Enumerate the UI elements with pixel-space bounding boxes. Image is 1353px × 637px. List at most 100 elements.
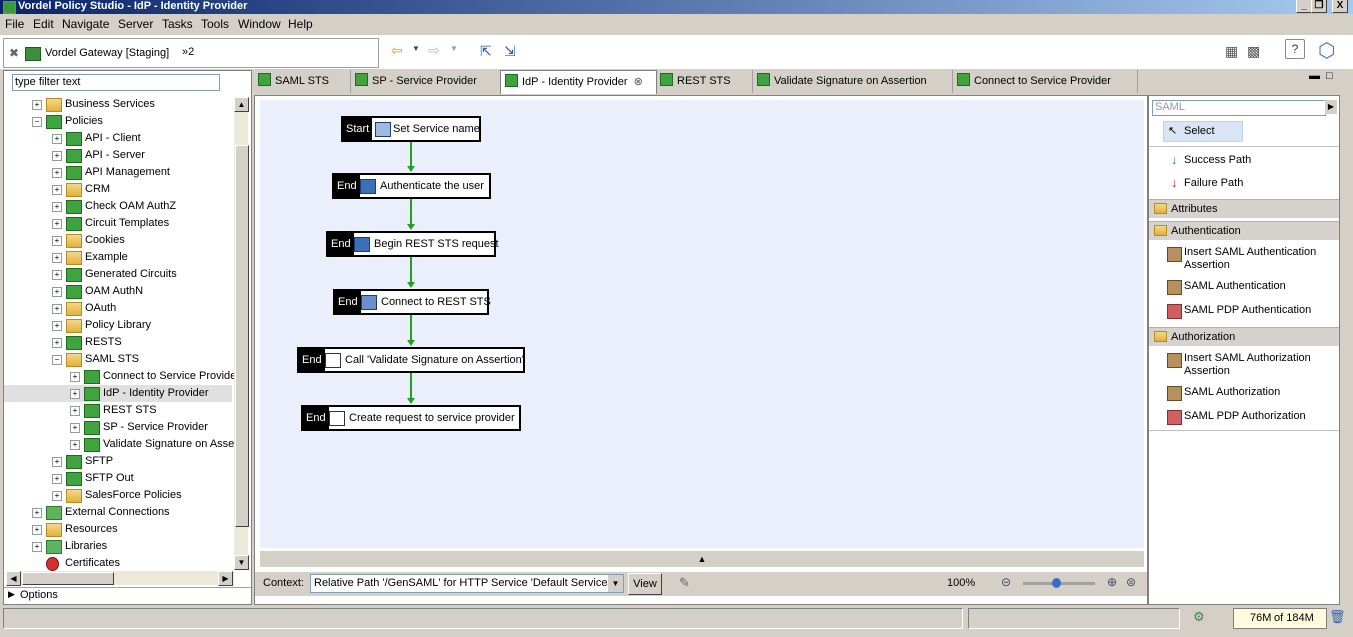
tree-item[interactable]: + Business Services: [4, 96, 232, 113]
tree-item[interactable]: + Connect to Service Provide: [4, 368, 236, 385]
expand-icon[interactable]: +: [52, 253, 62, 263]
zoom-in-icon[interactable]: ⊕: [1107, 575, 1117, 589]
tree-filter-input[interactable]: type filter text: [12, 74, 220, 91]
options-section[interactable]: ▶ Options: [4, 587, 251, 604]
palette-group-authentication[interactable]: Authentication: [1149, 221, 1339, 240]
scroll-down-button[interactable]: ▼: [234, 555, 249, 570]
heap-status[interactable]: 76M of 184M: [1233, 608, 1327, 629]
expand-icon[interactable]: +: [52, 134, 62, 144]
minimize-button[interactable]: _: [1296, 0, 1312, 13]
expand-icon[interactable]: +: [52, 185, 62, 195]
context-select[interactable]: Relative Path '/GenSAML' for HTTP Servic…: [310, 574, 624, 593]
download-icon[interactable]: ⇲: [504, 43, 516, 60]
expand-icon[interactable]: +: [52, 457, 62, 467]
tree-item[interactable]: + REST STS: [4, 402, 232, 419]
expand-icon[interactable]: +: [52, 202, 62, 212]
tree-item[interactable]: + OAuth: [4, 300, 232, 317]
expand-icon[interactable]: +: [52, 219, 62, 229]
tree-item[interactable]: − SAML STS: [4, 351, 232, 368]
upload-icon[interactable]: ⇱: [480, 43, 492, 60]
palette-search-input[interactable]: SAML: [1152, 100, 1326, 116]
expand-icon[interactable]: +: [52, 151, 62, 161]
tree-item[interactable]: + Circuit Templates: [4, 215, 232, 232]
server-status-icon[interactable]: ⚙: [1193, 609, 1205, 625]
tree-item[interactable]: + Resources: [4, 521, 232, 538]
expand-icon[interactable]: +: [70, 406, 80, 416]
tree-item[interactable]: + SP - Service Provider: [4, 419, 232, 436]
collapse-icon[interactable]: −: [32, 117, 42, 127]
expand-icon[interactable]: +: [32, 508, 42, 518]
policy-node-connect-rest-sts[interactable]: End Connect to REST STS: [333, 289, 491, 315]
garbage-collect-icon[interactable]: 🗑: [1329, 609, 1346, 625]
tab-saml-sts[interactable]: SAML STS: [254, 70, 351, 93]
tree-item[interactable]: + External Connections: [4, 504, 232, 521]
tree-item[interactable]: + Cookies: [4, 232, 232, 249]
scroll-thumb[interactable]: [235, 145, 249, 527]
tab-sp-service-provider[interactable]: SP - Service Provider: [351, 70, 501, 93]
gateway-connection-box[interactable]: ✖ Vordel Gateway [Staging] »2: [3, 38, 379, 68]
palette-menu-arrow-icon[interactable]: ▶: [1325, 100, 1337, 114]
menu-edit[interactable]: Edit: [33, 17, 54, 31]
policy-node-call-validate-signature[interactable]: End Call 'Validate Signature on Assertio…: [297, 347, 525, 373]
zoom-out-icon[interactable]: ⊝: [1001, 575, 1011, 589]
tree-item[interactable]: + CRM: [4, 181, 232, 198]
menu-window[interactable]: Window: [238, 17, 281, 31]
close-tab-icon[interactable]: ⊗: [634, 76, 643, 88]
deploy-icon[interactable]: ▦: [1225, 43, 1238, 60]
expand-icon[interactable]: +: [32, 100, 42, 110]
tree-item[interactable]: + OAM AuthN: [4, 283, 232, 300]
tree-item[interactable]: + SFTP: [4, 453, 232, 470]
help-icon[interactable]: ?: [1285, 39, 1305, 59]
minimize-view-icon[interactable]: ▬: [1309, 70, 1320, 82]
tree-item[interactable]: + Example: [4, 249, 232, 266]
tree-item[interactable]: − Policies: [4, 113, 232, 130]
zoom-slider[interactable]: [1023, 578, 1095, 588]
tree-item[interactable]: + Policy Library: [4, 317, 232, 334]
tree-item[interactable]: + RESTS: [4, 334, 232, 351]
policy-node-create-request[interactable]: End Create request to service provider: [301, 405, 521, 431]
tree-vertical-scrollbar[interactable]: ▲ ▼: [234, 97, 249, 570]
palette-item-saml-authentication[interactable]: SAML Authentication: [1149, 278, 1339, 296]
policy-canvas[interactable]: Start Set Service name End Authenticate …: [260, 100, 1144, 548]
policy-node-set-service-name[interactable]: Start Set Service name: [341, 116, 481, 142]
expand-icon[interactable]: +: [70, 440, 80, 450]
policy-node-begin-rest-sts[interactable]: End Begin REST STS request: [326, 231, 499, 257]
menu-help[interactable]: Help: [288, 17, 313, 31]
tab-rest-sts[interactable]: REST STS: [656, 70, 753, 93]
options-expand-icon[interactable]: ▶: [8, 589, 15, 600]
failure-path-tool[interactable]: ↓ Failure Path: [1149, 175, 1339, 193]
palette-item-insert-saml-authentication[interactable]: Insert SAML Authentication Assertion: [1149, 245, 1339, 273]
expand-icon[interactable]: +: [52, 270, 62, 280]
tree-item[interactable]: + Validate Signature on Asse: [4, 436, 234, 453]
options-label[interactable]: Options: [20, 589, 58, 601]
forward-dropdown-icon[interactable]: ▼: [450, 44, 458, 53]
close-button[interactable]: X: [1332, 0, 1348, 13]
tree-item[interactable]: + SalesForce Policies: [4, 487, 232, 504]
scroll-up-button[interactable]: ▲: [234, 97, 249, 112]
palette-item-saml-authorization[interactable]: SAML Authorization: [1149, 384, 1339, 402]
expand-icon[interactable]: +: [52, 338, 62, 348]
palette-group-authorization[interactable]: Authorization: [1149, 327, 1339, 346]
zoom-slider-thumb[interactable]: [1052, 578, 1061, 588]
tree-item[interactable]: + Check OAM AuthZ: [4, 198, 232, 215]
restore-button[interactable]: ❐: [1311, 0, 1327, 13]
expand-icon[interactable]: +: [52, 168, 62, 178]
tree-item[interactable]: + API Management: [4, 164, 232, 181]
tab-connect-to-service-provider[interactable]: Connect to Service Provider: [953, 70, 1138, 93]
menu-server[interactable]: Server: [118, 17, 153, 31]
expand-icon[interactable]: +: [70, 423, 80, 433]
expand-icon[interactable]: +: [70, 389, 80, 399]
tree-item[interactable]: + Generated Circuits: [4, 266, 232, 283]
tab-validate-signature[interactable]: Validate Signature on Assertion: [753, 70, 953, 93]
palette-item-saml-pdp-authorization[interactable]: SAML PDP Authorization: [1149, 408, 1339, 426]
menu-tasks[interactable]: Tasks: [162, 17, 193, 31]
gateway-overflow[interactable]: »2: [182, 46, 194, 58]
palette-group-attributes[interactable]: Attributes: [1149, 199, 1339, 218]
back-dropdown-icon[interactable]: ▼: [412, 44, 420, 53]
expand-icon[interactable]: +: [52, 474, 62, 484]
tab-idp-identity-provider[interactable]: IdP - Identity Provider ⊗: [500, 70, 657, 94]
tree-horizontal-scrollbar[interactable]: ◀ ▶: [6, 571, 234, 586]
scroll-left-button[interactable]: ◀: [6, 571, 21, 586]
zoom-reset-icon[interactable]: ⊜: [1126, 575, 1136, 589]
edit-context-icon[interactable]: ✎: [679, 575, 690, 591]
